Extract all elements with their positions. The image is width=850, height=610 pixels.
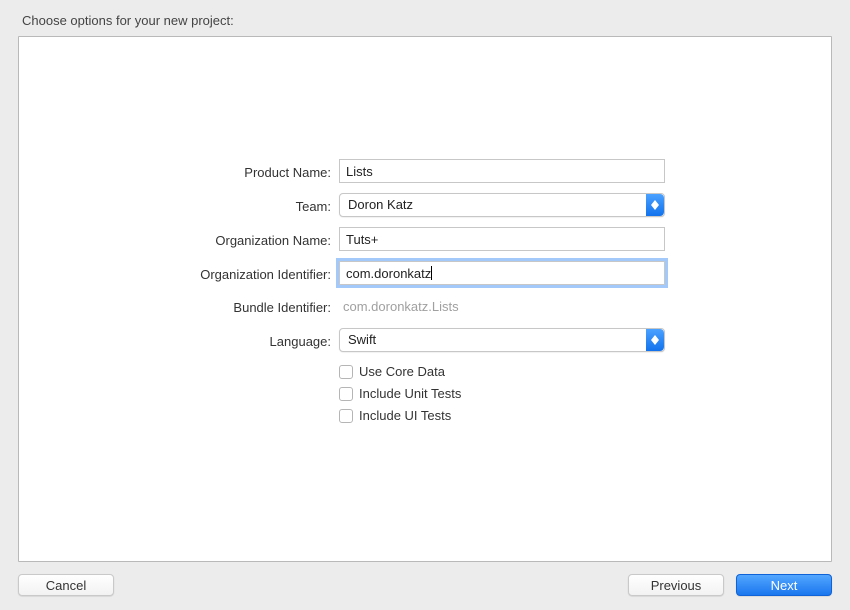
checkbox-group-row: Use Core Data Include Unit Tests Include… <box>19 362 831 425</box>
product-name-row: Product Name: <box>19 159 831 183</box>
include-unit-tests-checkbox[interactable] <box>339 387 353 401</box>
use-core-data-checkbox[interactable] <box>339 365 353 379</box>
include-ui-tests-row: Include UI Tests <box>339 408 665 423</box>
new-project-dialog: Choose options for your new project: Pro… <box>0 0 850 610</box>
content-panel: Product Name: Team: Doron Katz Organizat… <box>18 36 832 562</box>
organization-name-row: Organization Name: <box>19 227 831 251</box>
dialog-title: Choose options for your new project: <box>22 13 832 28</box>
text-cursor <box>431 266 432 280</box>
language-select[interactable]: Swift <box>339 328 665 352</box>
language-label: Language: <box>19 332 331 349</box>
organization-name-input[interactable] <box>339 227 665 251</box>
include-unit-tests-row: Include Unit Tests <box>339 386 665 401</box>
include-ui-tests-label: Include UI Tests <box>359 408 451 423</box>
cancel-button[interactable]: Cancel <box>18 574 114 596</box>
organization-identifier-input[interactable]: com.doronkatz <box>339 261 665 285</box>
options-checkbox-group: Use Core Data Include Unit Tests Include… <box>339 364 665 425</box>
bundle-identifier-value: com.doronkatz.Lists <box>339 295 665 318</box>
button-bar: Cancel Previous Next <box>18 574 832 596</box>
use-core-data-row: Use Core Data <box>339 364 665 379</box>
project-options-form: Product Name: Team: Doron Katz Organizat… <box>19 159 831 425</box>
product-name-input[interactable] <box>339 159 665 183</box>
organization-identifier-label: Organization Identifier: <box>19 265 331 282</box>
team-select[interactable]: Doron Katz <box>339 193 665 217</box>
organization-identifier-row: Organization Identifier: com.doronkatz <box>19 261 831 285</box>
team-label: Team: <box>19 197 331 214</box>
product-name-label: Product Name: <box>19 163 331 180</box>
bundle-identifier-label: Bundle Identifier: <box>19 298 331 315</box>
include-ui-tests-checkbox[interactable] <box>339 409 353 423</box>
organization-name-label: Organization Name: <box>19 231 331 248</box>
organization-identifier-value: com.doronkatz <box>346 266 431 281</box>
bundle-identifier-row: Bundle Identifier: com.doronkatz.Lists <box>19 295 831 318</box>
team-row: Team: Doron Katz <box>19 193 831 217</box>
next-button[interactable]: Next <box>736 574 832 596</box>
previous-button[interactable]: Previous <box>628 574 724 596</box>
language-row: Language: Swift <box>19 328 831 352</box>
include-unit-tests-label: Include Unit Tests <box>359 386 461 401</box>
use-core-data-label: Use Core Data <box>359 364 445 379</box>
